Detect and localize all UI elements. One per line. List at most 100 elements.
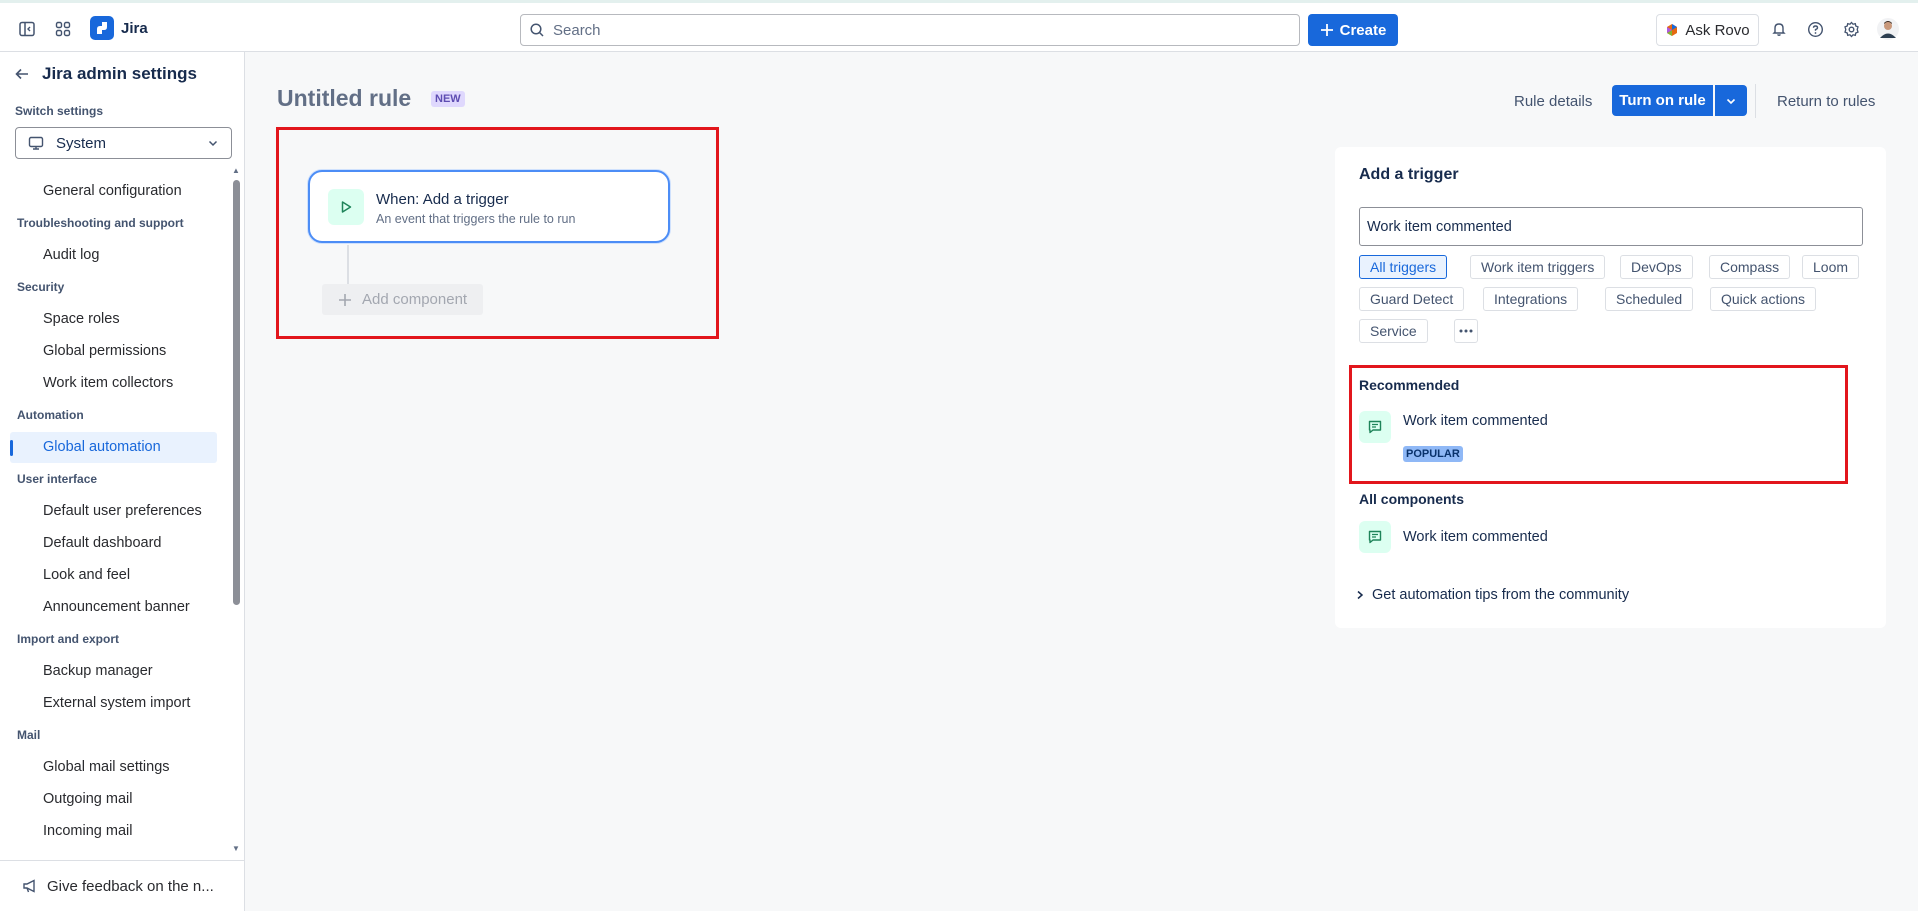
jira-logo[interactable]: Jira (90, 16, 148, 40)
add-component-button[interactable]: Add component (322, 284, 483, 315)
turn-on-rule-dropdown[interactable] (1715, 85, 1747, 116)
sidebar-item-global-mail-settings[interactable]: Global mail settings (43, 759, 170, 775)
chevron-down-icon (1726, 98, 1736, 104)
turn-on-rule-split-button: Turn on rule (1612, 85, 1747, 116)
top-navigation-bar: Jira Create Ask Rovo (0, 0, 1918, 52)
scroll-down-arrow[interactable]: ▼ (231, 844, 241, 854)
settings-gear-icon[interactable] (1838, 16, 1864, 42)
chip-loom[interactable]: Loom (1802, 255, 1860, 279)
chip-label: Compass (1720, 259, 1780, 275)
admin-sidebar: Jira admin settings Switch settings Syst… (0, 52, 245, 911)
sidebar-active-indicator (10, 440, 13, 456)
chip-compass[interactable]: Compass (1709, 255, 1791, 279)
sidebar-item-external-system-import[interactable]: External system import (43, 695, 190, 711)
ask-rovo-label: Ask Rovo (1685, 21, 1750, 39)
component-item-label: Work item commented (1403, 529, 1548, 545)
search-bar[interactable] (520, 14, 1300, 46)
sidebar-item-general-configuration[interactable]: General configuration (43, 183, 182, 199)
header-divider (1755, 84, 1756, 118)
turn-on-rule-label: Turn on rule (1619, 92, 1706, 109)
chip-label: Loom (1813, 259, 1849, 275)
chip-work-item-triggers[interactable]: Work item triggers (1470, 255, 1606, 279)
app-name: Jira (121, 19, 148, 37)
return-to-rules-button[interactable]: Return to rules (1777, 85, 1875, 117)
megaphone-icon (23, 879, 35, 893)
new-badge: NEW (431, 91, 465, 107)
rovo-icon (1667, 24, 1678, 36)
sidebar-item-space-roles[interactable]: Space roles (43, 311, 120, 327)
chip-all-triggers[interactable]: All triggers (1359, 255, 1448, 279)
sidebar-item-work-item-collectors[interactable]: Work item collectors (43, 375, 173, 391)
sidebar-section-troubleshooting: Troubleshooting and support (17, 216, 184, 230)
sidebar-scrollbar-thumb[interactable] (233, 180, 240, 605)
sidebar-section-automation: Automation (17, 408, 84, 422)
chip-label: Integrations (1494, 291, 1568, 307)
chevron-right-icon (1357, 590, 1364, 600)
chip-guard-detect[interactable]: Guard Detect (1359, 287, 1465, 311)
chip-label: DevOps (1631, 259, 1682, 275)
turn-on-rule-button[interactable]: Turn on rule (1612, 85, 1713, 116)
return-to-rules-label: Return to rules (1777, 92, 1876, 110)
chip-label: Guard Detect (1370, 291, 1454, 307)
back-arrow-icon[interactable] (14, 66, 30, 82)
user-avatar[interactable] (1875, 16, 1901, 42)
jira-logo-icon (90, 16, 114, 40)
chip-label: Scheduled (1616, 291, 1683, 307)
help-icon[interactable] (1802, 16, 1828, 42)
sidebar-item-look-and-feel[interactable]: Look and feel (43, 567, 130, 583)
chip-integrations[interactable]: Integrations (1483, 287, 1579, 311)
trigger-title: When: Add a trigger (376, 191, 509, 208)
sidebar-item-incoming-mail[interactable]: Incoming mail (43, 823, 132, 839)
chip-label: Work item triggers (1481, 259, 1595, 275)
trigger-subtitle: An event that triggers the rule to run (376, 212, 576, 226)
panel-title: Add a trigger (1359, 166, 1459, 183)
feedback-button[interactable]: Give feedback on the n... (0, 860, 244, 911)
more-chips-button[interactable] (1454, 319, 1478, 343)
rule-connector-line (347, 245, 349, 285)
highlight-box-recommended (1349, 365, 1848, 484)
chip-label: Service (1370, 323, 1417, 339)
chip-service[interactable]: Service (1359, 319, 1428, 343)
create-button[interactable]: Create (1308, 14, 1398, 46)
add-component-label: Add component (362, 291, 468, 308)
ask-rovo-button[interactable]: Ask Rovo (1656, 14, 1759, 46)
sidebar-item-global-permissions[interactable]: Global permissions (43, 343, 166, 359)
sidebar-section-mail: Mail (17, 728, 41, 742)
monitor-icon (28, 136, 44, 150)
search-input[interactable] (553, 21, 1273, 39)
sidebar-section-user-interface: User interface (17, 472, 98, 486)
chip-scheduled[interactable]: Scheduled (1605, 287, 1694, 311)
trigger-search-input[interactable] (1359, 207, 1863, 246)
sidebar-item-default-dashboard[interactable]: Default dashboard (43, 535, 162, 551)
app-switcher-icon[interactable] (50, 16, 76, 42)
switch-settings-value: System (56, 134, 107, 152)
scroll-up-arrow[interactable]: ▲ (231, 166, 241, 176)
rule-title[interactable]: Untitled rule (277, 85, 411, 112)
sidebar-item-announcement-banner[interactable]: Announcement banner (43, 599, 190, 615)
automation-tips-expander[interactable]: Get automation tips from the community (1355, 587, 1629, 603)
notifications-bell-icon[interactable] (1766, 16, 1792, 42)
search-icon (530, 23, 544, 37)
switch-settings-label: Switch settings (15, 104, 104, 118)
trigger-card[interactable]: When: Add a trigger An event that trigge… (308, 170, 670, 243)
play-icon (328, 189, 364, 225)
chevron-down-icon (208, 140, 218, 147)
feedback-label: Give feedback on the n... (47, 877, 214, 895)
sidebar-item-audit-log[interactable]: Audit log (43, 247, 99, 263)
sidebar-item-default-user-preferences[interactable]: Default user preferences (43, 503, 202, 519)
plus-icon (339, 293, 351, 306)
switch-settings-select[interactable]: System (15, 127, 232, 159)
sidebar-item-backup-manager[interactable]: Backup manager (43, 663, 153, 679)
comment-icon (1359, 521, 1391, 553)
chip-devops[interactable]: DevOps (1620, 255, 1693, 279)
chip-quick-actions[interactable]: Quick actions (1710, 287, 1817, 311)
chip-label: Quick actions (1721, 291, 1806, 307)
sidebar-section-import-export: Import and export (17, 632, 120, 646)
sidebar-item-outgoing-mail[interactable]: Outgoing mail (43, 791, 132, 807)
create-label: Create (1339, 21, 1387, 39)
sidebar-title: Jira admin settings (42, 64, 197, 83)
sidebar-item-global-automation[interactable]: Global automation (43, 439, 161, 455)
component-work-item-commented[interactable]: Work item commented (1359, 521, 1548, 553)
rule-details-button[interactable]: Rule details (1514, 85, 1592, 117)
sidebar-toggle-icon[interactable] (14, 16, 40, 42)
